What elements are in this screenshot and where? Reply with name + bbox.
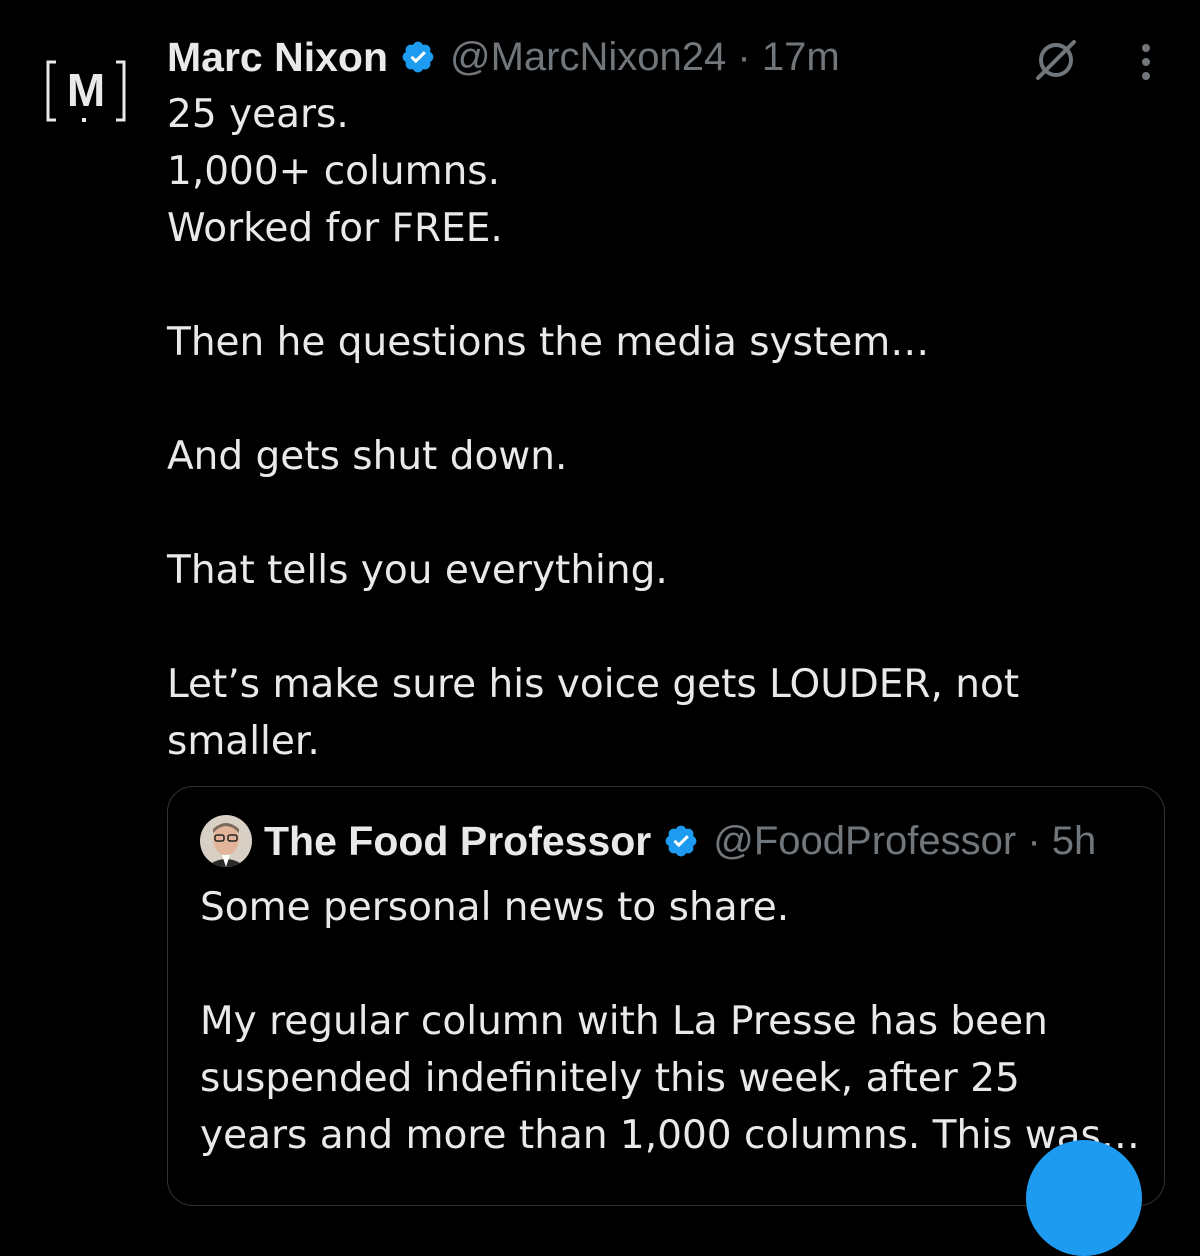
quoted-author-avatar[interactable] bbox=[200, 815, 252, 867]
tweet-header: Marc Nixon @MarcNixon24 · 17m bbox=[167, 30, 1157, 84]
quoted-author-handle[interactable]: @FoodProfessor · 5h bbox=[713, 819, 1096, 864]
author-name[interactable]: Marc Nixon bbox=[167, 34, 388, 81]
tweet-line: 1,000+ columns. bbox=[167, 149, 501, 194]
tweet-line: And gets shut down. bbox=[167, 434, 568, 479]
compose-button[interactable] bbox=[1026, 1140, 1142, 1256]
author-handle[interactable]: @MarcNixon24 · 17m bbox=[450, 35, 840, 80]
quoted-line: suspended indefinitely this week, after … bbox=[200, 1056, 1020, 1101]
grok-icon[interactable] bbox=[1032, 36, 1080, 84]
tweet-line: Worked for FREE. bbox=[167, 206, 503, 251]
quoted-tweet-header: The Food Professor @FoodProfessor · 5h bbox=[200, 813, 1096, 869]
verified-badge-icon bbox=[665, 825, 697, 857]
tweet-line: Then he questions the media system… bbox=[167, 320, 930, 365]
tweet[interactable]: Marc Nixon @MarcNixon24 · 17m 25 years. … bbox=[167, 30, 1157, 770]
tweet-line: smaller. bbox=[167, 719, 320, 764]
quoted-tweet-text: Some personal news to share. My regular … bbox=[200, 879, 1160, 1164]
quoted-tweet-time[interactable]: 5h bbox=[1052, 819, 1097, 863]
tweet-line: That tells you everything. bbox=[167, 548, 668, 593]
tweet-line: Let’s make sure his voice gets LOUDER, n… bbox=[167, 662, 1020, 707]
meta-separator: · bbox=[1027, 818, 1041, 863]
quoted-line: years and more than 1,000 columns. This … bbox=[200, 1113, 1140, 1158]
quoted-line-blank bbox=[200, 936, 1160, 993]
meta-separator: · bbox=[737, 34, 751, 79]
tweet-text: 25 years. 1,000+ columns. Worked for FRE… bbox=[167, 86, 1157, 770]
avatar-letter: M bbox=[67, 64, 105, 116]
author-avatar[interactable]: M bbox=[44, 54, 128, 128]
quoted-line: Some personal news to share. bbox=[200, 885, 790, 930]
more-vertical-icon[interactable] bbox=[1136, 42, 1156, 82]
tweet-line: 25 years. bbox=[167, 92, 349, 137]
quoted-tweet[interactable]: The Food Professor @FoodProfessor · 5h S… bbox=[167, 786, 1165, 1206]
verified-badge-icon bbox=[402, 41, 434, 73]
quoted-author-name[interactable]: The Food Professor bbox=[264, 818, 651, 865]
tweet-time[interactable]: 17m bbox=[762, 35, 840, 79]
quoted-line: My regular column with La Presse has bee… bbox=[200, 999, 1048, 1044]
